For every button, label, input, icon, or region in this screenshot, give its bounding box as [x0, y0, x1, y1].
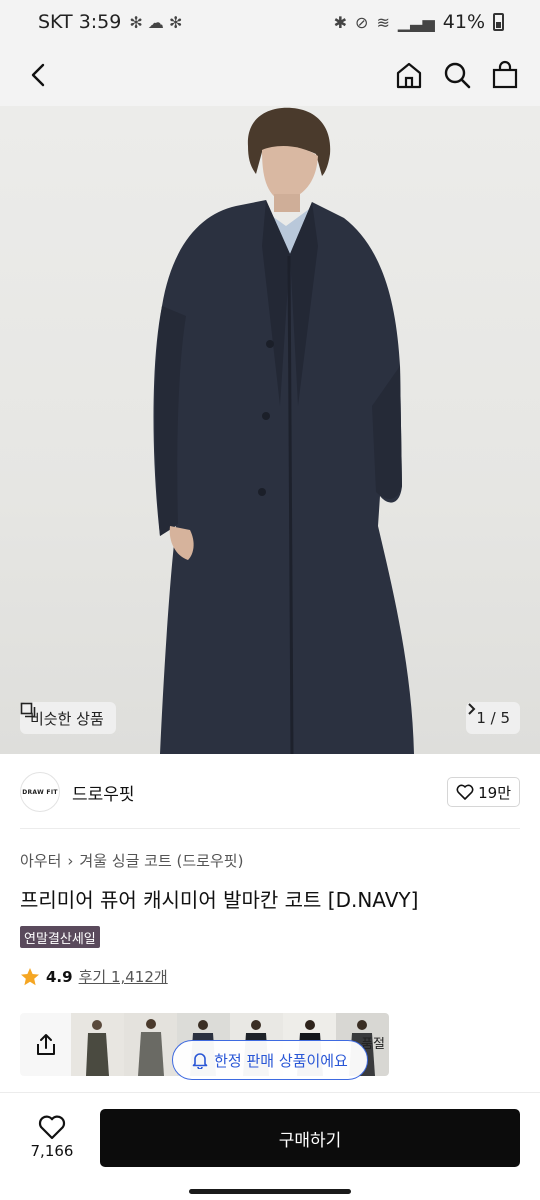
brand-name: 드로우핏	[72, 784, 135, 805]
limited-sale-toast: 한정 판매 상품이에요	[172, 1040, 368, 1080]
product-title: 프리미어 퓨어 캐시미어 발마칸 코트 [D.NAVY]	[20, 888, 419, 912]
rating-row: 4.9 후기 1,412개	[20, 966, 168, 987]
chevron-right-icon: ›	[67, 851, 74, 870]
divider	[20, 828, 520, 829]
brand-link[interactable]: DRAW FIT 드로우핏	[20, 772, 135, 812]
top-nav	[0, 44, 540, 106]
review-link[interactable]: 후기 1,412개	[79, 966, 168, 987]
home-indicator	[189, 1189, 351, 1194]
star-icon	[21, 967, 39, 985]
brand-like-count: 19만	[478, 783, 511, 802]
wishlist-count: 7,166	[30, 1141, 74, 1160]
product-image-carousel[interactable]: 비슷한 상품 1 / 5	[0, 106, 540, 754]
signal-icon: ▁▃▅	[397, 12, 435, 32]
sale-badge: 연말결산세일	[20, 926, 100, 948]
brand-like-button[interactable]: 19만	[447, 777, 520, 807]
status-time: SKT 3:59	[38, 11, 122, 33]
battery-percent: 41%	[442, 11, 485, 33]
status-right: ✱ ⊘ ≋ ▁▃▅ 41%	[334, 11, 504, 33]
breadcrumb-item[interactable]: 겨울 싱글 코트 (드로우핏)	[79, 850, 243, 871]
heart-icon	[456, 784, 474, 800]
bottom-action-bar: 7,166 구매하기	[0, 1092, 540, 1180]
status-left: SKT 3:59 ✻ ☁ ✻	[38, 11, 182, 33]
shopping-bag-icon[interactable]	[490, 60, 520, 90]
home-icon[interactable]	[394, 60, 424, 90]
chevron-right-icon	[468, 703, 476, 715]
wifi-icon: ≋	[376, 12, 390, 32]
thumbnail[interactable]	[124, 1013, 177, 1076]
product-photo	[153, 107, 414, 754]
bluetooth-icon: ✱	[333, 12, 348, 32]
battery-icon	[493, 13, 504, 31]
notification-icon: ✻ ☁ ✻	[129, 12, 183, 32]
mute-icon: ⊘	[355, 12, 369, 32]
thumbnail[interactable]	[71, 1013, 124, 1076]
heart-icon	[38, 1115, 66, 1139]
bell-icon	[192, 1053, 208, 1069]
toast-text: 한정 판매 상품이에요	[214, 1051, 348, 1070]
copy-icon	[20, 702, 36, 718]
similar-products-button[interactable]: 비슷한 상품	[20, 702, 116, 734]
image-page-indicator[interactable]: 1 / 5	[466, 702, 520, 734]
similar-products-label: 비슷한 상품	[30, 709, 104, 728]
share-button[interactable]	[20, 1013, 71, 1076]
share-icon	[36, 1033, 55, 1055]
search-icon[interactable]	[442, 60, 472, 90]
page-indicator-text: 1 / 5	[476, 709, 510, 727]
back-icon[interactable]	[24, 60, 54, 90]
wishlist-button[interactable]: 7,166	[26, 1114, 78, 1160]
breadcrumb: 아우터 › 겨울 싱글 코트 (드로우핏)	[20, 850, 243, 871]
status-bar: SKT 3:59 ✻ ☁ ✻ ✱ ⊘ ≋ ▁▃▅ 41%	[0, 0, 540, 44]
nav-actions	[394, 60, 520, 90]
brand-logo: DRAW FIT	[20, 772, 60, 812]
breadcrumb-item[interactable]: 아우터	[20, 850, 61, 871]
rating-value: 4.9	[46, 967, 73, 986]
buy-button[interactable]: 구매하기	[100, 1109, 520, 1167]
brand-row: DRAW FIT 드로우핏 19만	[20, 766, 520, 818]
